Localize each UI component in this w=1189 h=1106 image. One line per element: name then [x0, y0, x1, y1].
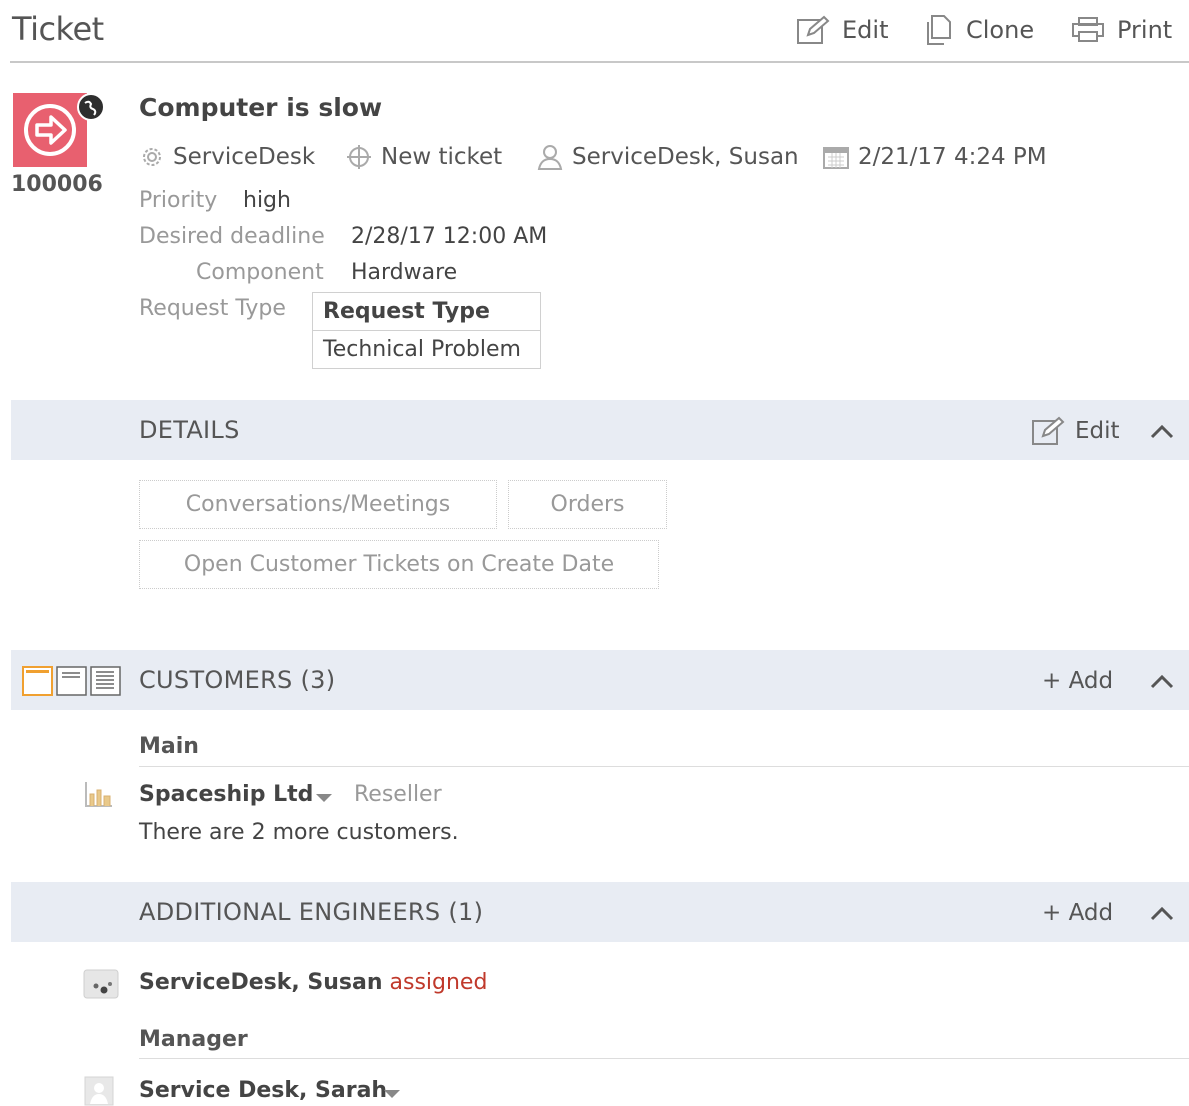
details-title: DETAILS	[139, 416, 240, 444]
customers-group-main: Main	[139, 734, 199, 759]
ticket-assignee-label: ServiceDesk, Susan	[572, 144, 799, 170]
component-value: Hardware	[351, 260, 458, 285]
chevron-up-icon[interactable]	[1149, 671, 1175, 691]
manager-avatar-icon	[84, 1076, 114, 1106]
more-customers-text[interactable]: There are 2 more customers.	[139, 820, 459, 845]
chevron-up-icon[interactable]	[1149, 421, 1175, 441]
customers-title: CUSTOMERS (3)	[139, 666, 336, 694]
edit-icon	[1032, 416, 1065, 445]
calendar-icon	[823, 147, 849, 169]
details-edit-label: Edit	[1075, 418, 1120, 444]
customers-add-label: + Add	[1042, 668, 1114, 694]
header-divider	[10, 61, 1189, 63]
manager-group-divider	[139, 1058, 1189, 1059]
status-icon	[347, 145, 371, 169]
clone-icon	[927, 15, 951, 45]
company-icon	[85, 782, 112, 807]
ticket-created-label: 2/21/17 4:24 PM	[858, 144, 1047, 170]
gear-icon	[143, 148, 161, 166]
engineers-add-label: + Add	[1042, 900, 1114, 926]
engineer-entry: ServiceDesk, Susan assigned	[139, 970, 487, 995]
edit-icon	[797, 15, 830, 44]
manager-group-label: Manager	[139, 1027, 248, 1052]
priority-value: high	[243, 188, 291, 213]
print-icon	[1072, 17, 1104, 42]
chevron-down-icon[interactable]	[382, 1087, 402, 1101]
chevron-up-icon[interactable]	[1149, 903, 1175, 923]
tile-orders[interactable]: Orders	[508, 480, 667, 529]
engineer-name-link[interactable]: ServiceDesk, Susan	[139, 970, 383, 995]
edit-label: Edit	[842, 16, 889, 44]
request-type-header: Request Type	[312, 292, 541, 331]
tile-conversations[interactable]: Conversations/Meetings	[139, 480, 497, 529]
tile-conversations-label: Conversations/Meetings	[185, 492, 451, 517]
clone-button[interactable]: Clone	[924, 14, 1034, 46]
deadline-label: Desired deadline	[139, 224, 325, 249]
person-icon	[537, 145, 563, 170]
ticket-assignee[interactable]: ServiceDesk, Susan	[536, 140, 799, 174]
chevron-down-icon[interactable]	[314, 791, 334, 805]
print-button[interactable]: Print	[1071, 14, 1172, 46]
page-title: Ticket	[12, 10, 104, 48]
ticket-status[interactable]: New ticket	[345, 140, 502, 174]
customer-role: Reseller	[354, 782, 442, 807]
ticket-status-label: New ticket	[381, 144, 503, 170]
globe-icon	[77, 93, 105, 121]
engineer-avatar-icon	[83, 969, 119, 999]
arrow-right-icon	[24, 104, 76, 156]
ticket-category[interactable]: ServiceDesk	[139, 140, 315, 174]
component-label: Component	[196, 260, 324, 285]
ticket-category-label: ServiceDesk	[173, 144, 316, 170]
ticket-status-badge	[13, 93, 87, 167]
deadline-value: 2/28/17 12:00 AM	[351, 224, 548, 249]
request-type-table: Request Type Technical Problem	[312, 292, 541, 369]
print-label: Print	[1117, 16, 1173, 44]
request-type-value: Technical Problem	[312, 330, 541, 369]
customer-name-link[interactable]: Spaceship Ltd	[139, 782, 313, 807]
tile-open-customer-tickets-label: Open Customer Tickets on Create Date	[183, 552, 615, 577]
request-type-label: Request Type	[139, 296, 286, 321]
edit-button[interactable]: Edit	[796, 14, 888, 46]
customers-add-button[interactable]: + Add	[1042, 664, 1113, 698]
engineer-status: assigned	[389, 970, 488, 995]
manager-name-link[interactable]: Service Desk, Sarah	[139, 1078, 387, 1103]
ticket-subject: Computer is slow	[139, 93, 383, 122]
tile-orders-label: Orders	[550, 492, 625, 517]
clone-label: Clone	[966, 16, 1035, 44]
details-edit-button[interactable]: Edit	[1031, 414, 1120, 448]
layout-toggle-icons[interactable]	[22, 666, 124, 696]
ticket-created: 2/21/17 4:24 PM	[822, 140, 1047, 174]
priority-label: Priority	[139, 188, 218, 213]
ticket-id: 100006	[11, 172, 103, 197]
engineers-title: ADDITIONAL ENGINEERS (1)	[139, 898, 484, 926]
tile-open-customer-tickets[interactable]: Open Customer Tickets on Create Date	[139, 540, 659, 589]
customers-group-divider	[139, 766, 1189, 767]
engineers-add-button[interactable]: + Add	[1042, 896, 1113, 930]
